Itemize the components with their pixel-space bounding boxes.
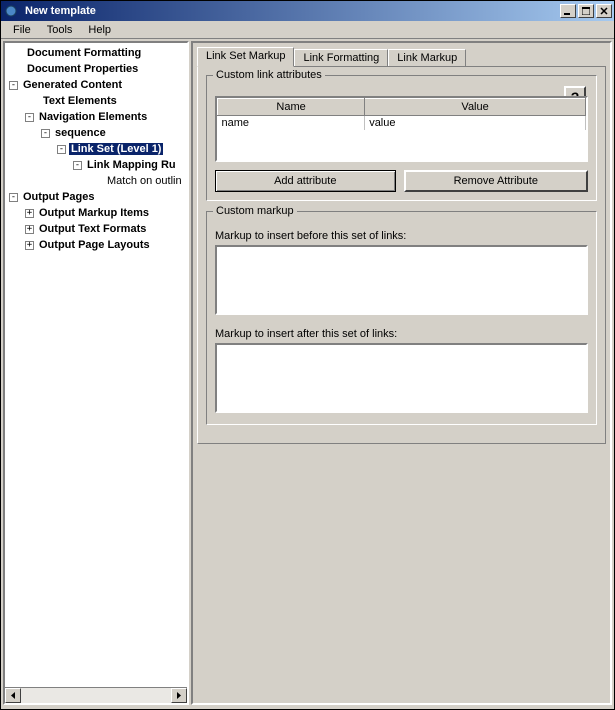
tree-toggle-icon[interactable]: +: [25, 241, 34, 250]
tree-item-doc-formatting[interactable]: Document Formatting: [7, 45, 185, 61]
tree-item-generated-content[interactable]: -Generated Content: [7, 77, 185, 93]
menu-file[interactable]: File: [5, 22, 39, 38]
menu-help[interactable]: Help: [80, 22, 119, 38]
scroll-left-button[interactable]: [5, 688, 21, 703]
tab-link-markup[interactable]: Link Markup: [388, 49, 466, 66]
close-button[interactable]: [596, 4, 612, 18]
remove-attribute-button[interactable]: Remove Attribute: [404, 170, 589, 192]
tree-item-navigation-elements[interactable]: -Navigation Elements: [7, 109, 185, 125]
tree-toggle-icon[interactable]: -: [9, 193, 18, 202]
tree-toggle-icon[interactable]: -: [73, 161, 82, 170]
cell-value[interactable]: value: [365, 116, 586, 131]
tree-toggle-icon[interactable]: -: [25, 113, 34, 122]
tree-panel: Document Formatting Document Properties …: [3, 41, 189, 705]
tree-item-text-elements[interactable]: Text Elements: [7, 93, 185, 109]
tree-toggle-icon[interactable]: +: [25, 225, 34, 234]
table-row[interactable]: name value: [218, 116, 586, 131]
tab-content: Custom link attributes ? Name Value: [197, 67, 606, 444]
app-icon: [3, 3, 19, 19]
minimize-button[interactable]: [560, 4, 576, 18]
tree-view[interactable]: Document Formatting Document Properties …: [5, 43, 187, 687]
add-attribute-button[interactable]: Add attribute: [215, 170, 396, 192]
window-controls: [558, 4, 612, 18]
custom-link-attributes-group: Custom link attributes ? Name Value: [206, 75, 597, 201]
tab-bar: Link Set Markup Link Formatting Link Mar…: [197, 47, 606, 67]
column-header-name[interactable]: Name: [218, 99, 365, 116]
window-title: New template: [23, 5, 558, 17]
scroll-track[interactable]: [21, 688, 171, 703]
attributes-table[interactable]: Name Value name value: [215, 96, 588, 162]
tree-item-output-text-formats[interactable]: +Output Text Formats: [7, 221, 185, 237]
group-title: Custom link attributes: [213, 69, 325, 81]
tree-item-link-set[interactable]: -Link Set (Level 1): [7, 141, 185, 157]
tree-toggle-icon[interactable]: -: [41, 129, 50, 138]
menu-tools[interactable]: Tools: [39, 22, 81, 38]
tree-item-output-pages[interactable]: -Output Pages: [7, 189, 185, 205]
maximize-button[interactable]: [578, 4, 594, 18]
tree-item-sequence[interactable]: -sequence: [7, 125, 185, 141]
scroll-right-button[interactable]: [171, 688, 187, 703]
tree-item-doc-properties[interactable]: Document Properties: [7, 61, 185, 77]
tree-item-output-markup-items[interactable]: +Output Markup Items: [7, 205, 185, 221]
tree-item-match-outline[interactable]: Match on outlin: [7, 173, 185, 189]
tree-toggle-icon[interactable]: -: [9, 81, 18, 90]
tree-toggle-icon[interactable]: +: [25, 209, 34, 218]
custom-markup-group: Custom markup Markup to insert before th…: [206, 211, 597, 425]
group-title: Custom markup: [213, 205, 297, 217]
horizontal-scrollbar[interactable]: [5, 687, 187, 703]
titlebar: New template: [1, 1, 614, 21]
cell-name[interactable]: name: [218, 116, 365, 131]
tab-link-set-markup[interactable]: Link Set Markup: [197, 47, 294, 67]
after-markup-label: Markup to insert after this set of links…: [215, 328, 588, 340]
table-header-row: Name Value: [218, 99, 586, 116]
before-markup-label: Markup to insert before this set of link…: [215, 230, 588, 242]
after-markup-textarea[interactable]: [215, 343, 588, 413]
tree-item-link-mapping[interactable]: -Link Mapping Ru: [7, 157, 185, 173]
tree-toggle-icon[interactable]: -: [57, 145, 66, 154]
before-markup-textarea[interactable]: [215, 245, 588, 315]
tree-item-output-page-layouts[interactable]: +Output Page Layouts: [7, 237, 185, 253]
properties-panel: Link Set Markup Link Formatting Link Mar…: [191, 41, 612, 705]
menubar: File Tools Help: [1, 21, 614, 39]
column-header-value[interactable]: Value: [365, 99, 586, 116]
tab-link-formatting[interactable]: Link Formatting: [294, 49, 388, 66]
